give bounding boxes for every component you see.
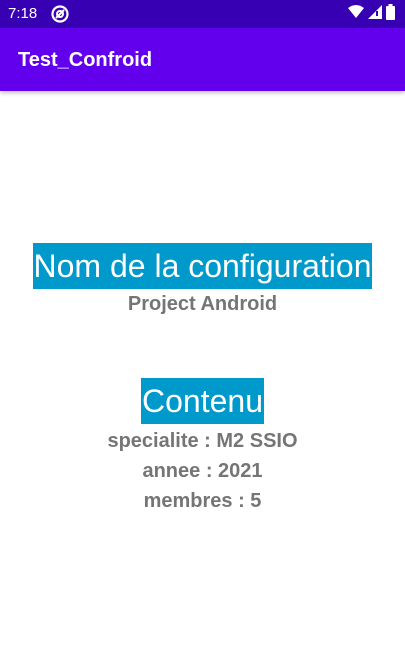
status-time: 7:18 bbox=[8, 5, 38, 22]
wifi-icon bbox=[348, 4, 364, 24]
contenu-line-membres: membres : 5 bbox=[143, 490, 262, 512]
signal-icon bbox=[368, 4, 382, 24]
configuration-heading-label: Nom de la configuration bbox=[32, 243, 373, 289]
contenu-heading: Contenu bbox=[0, 378, 405, 424]
contenu-line-annee: annee : 2021 bbox=[142, 460, 263, 482]
configuration-heading: Nom de la configuration bbox=[0, 243, 405, 289]
app-title: Test_Confroid bbox=[18, 49, 153, 71]
app-screen: 7:18 Test_Confroid Nom de la configurati… bbox=[0, 0, 405, 666]
configuration-name: Project Android bbox=[127, 293, 278, 315]
status-icons bbox=[348, 3, 395, 25]
app-bar: Test_Confroid bbox=[0, 28, 405, 91]
status-bar: 7:18 bbox=[0, 0, 405, 28]
at-sign-icon bbox=[50, 4, 70, 24]
contenu-line-specialite: specialite : M2 SSIO bbox=[107, 430, 298, 452]
contenu-heading-label: Contenu bbox=[141, 378, 264, 424]
battery-icon bbox=[386, 3, 395, 25]
